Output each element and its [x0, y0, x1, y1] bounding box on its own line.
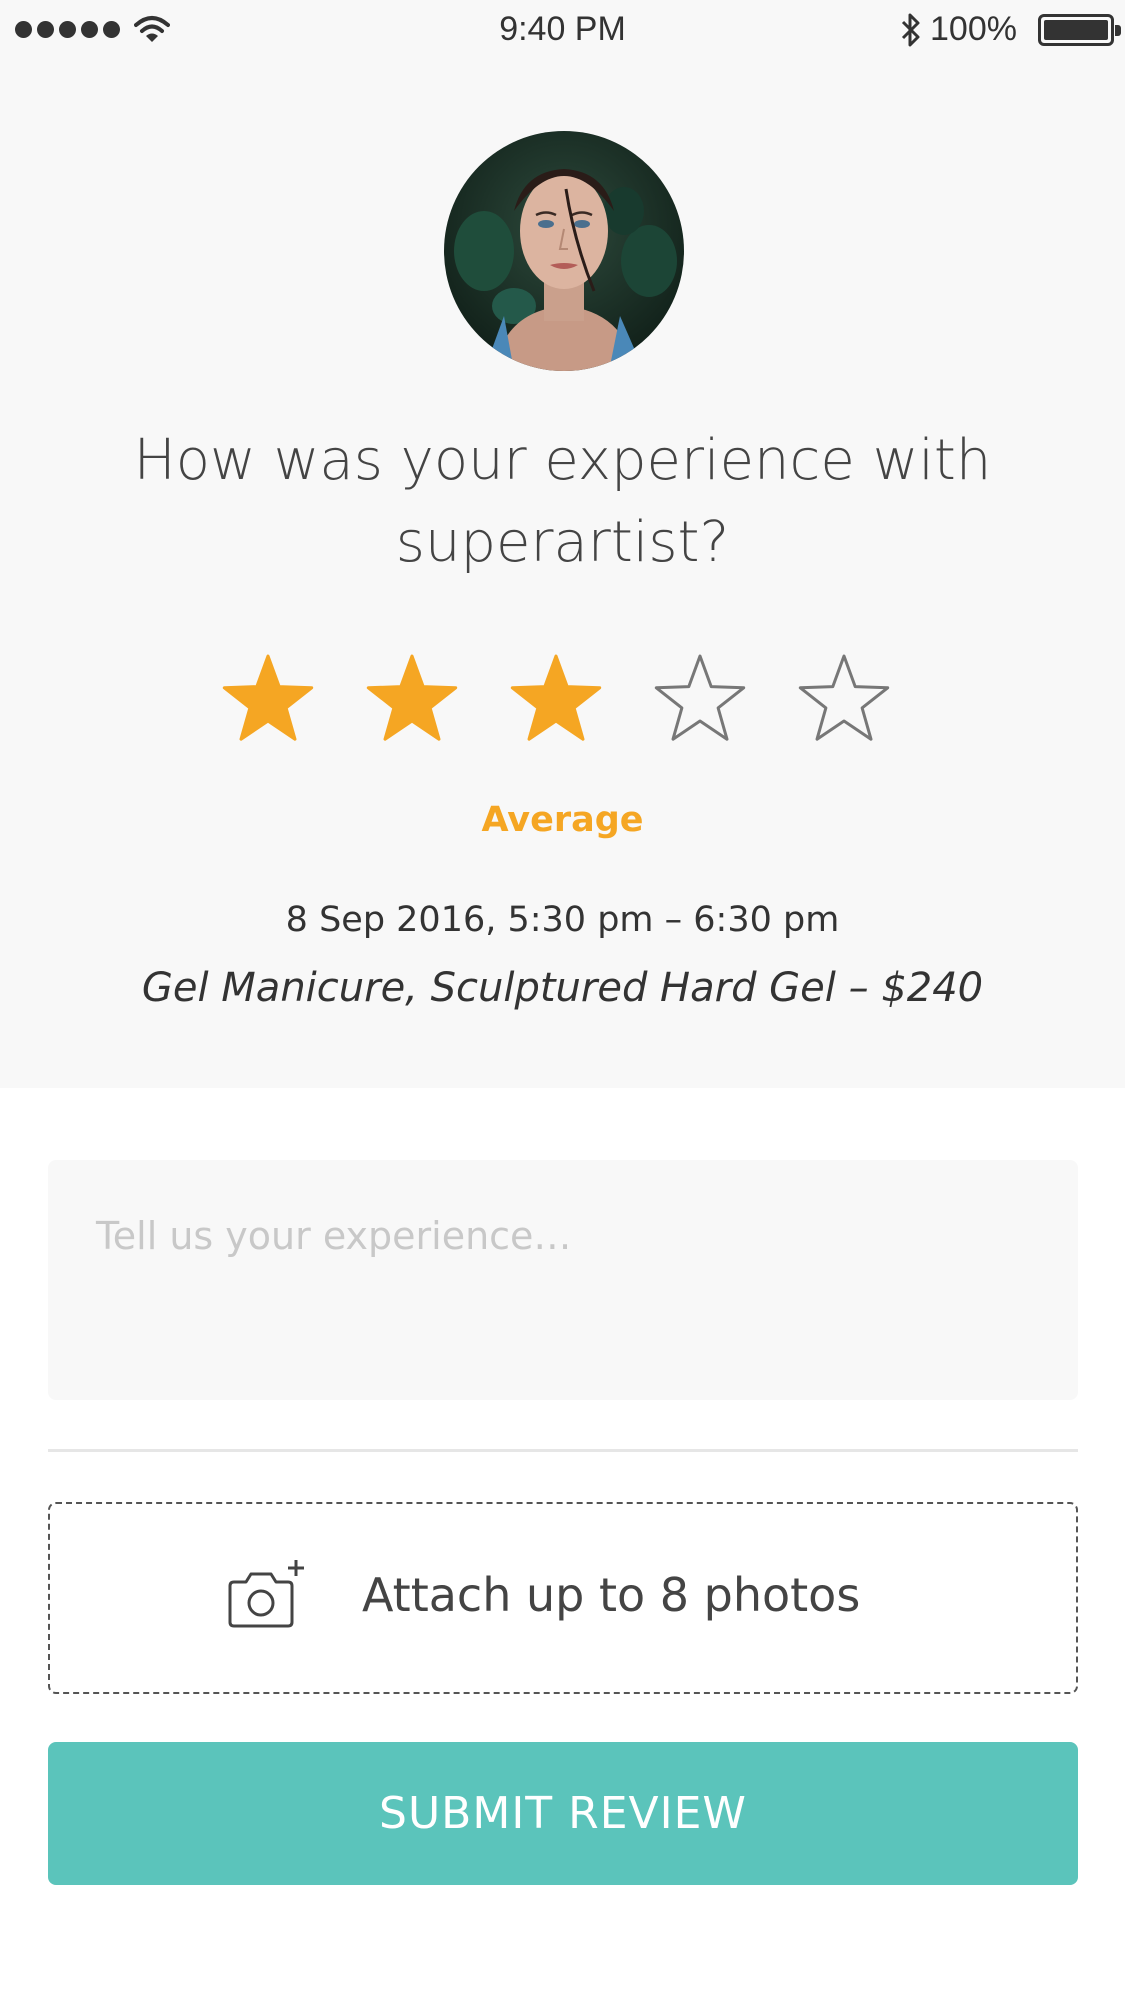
divider: [48, 1449, 1078, 1452]
service-description: Gel Manicure, Sculptured Hard Gel – $240: [141, 965, 984, 1011]
battery-percentage: 100%: [930, 10, 1017, 48]
attach-photos-button[interactable]: Attach up to 8 photos: [48, 1502, 1078, 1694]
star-empty-icon[interactable]: [794, 648, 894, 748]
attach-photos-label: Attach up to 8 photos: [362, 1568, 861, 1622]
status-bar: 9:40 PM 100%: [0, 0, 1125, 60]
rating-label: Average: [481, 800, 644, 840]
star-filled-icon[interactable]: [362, 648, 462, 748]
review-question: How was your experience with superartist…: [133, 428, 992, 575]
submit-review-button[interactable]: SUBMIT REVIEW: [48, 1742, 1078, 1885]
appointment-time: 8 Sep 2016, 5:30 pm – 6:30 pm: [285, 900, 840, 940]
star-filled-icon[interactable]: [218, 648, 318, 748]
camera-add-icon: [228, 1560, 304, 1628]
avatar: [444, 131, 684, 371]
star-empty-icon[interactable]: [650, 648, 750, 748]
bluetooth-icon: [901, 13, 920, 47]
battery-icon: [1038, 14, 1121, 46]
star-rating[interactable]: [218, 648, 894, 748]
review-text-input[interactable]: [48, 1160, 1078, 1400]
star-filled-icon[interactable]: [506, 648, 606, 748]
